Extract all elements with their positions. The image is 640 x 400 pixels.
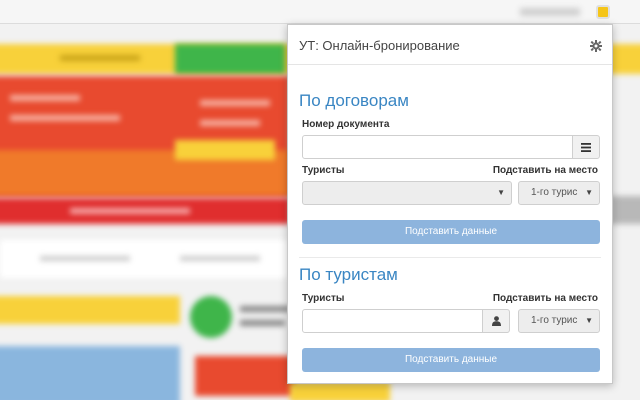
bg-text-blur	[10, 95, 80, 101]
bg-yellow-badge	[175, 140, 275, 160]
tourists-section-title: По туристам	[299, 265, 398, 284]
list-icon	[581, 143, 591, 152]
place-select[interactable]: 1-го турис ▼	[518, 181, 600, 205]
bg-yellow-bottom	[290, 382, 390, 400]
popup-header: УТ: Онлайн-бронирование	[288, 25, 612, 65]
bg-green-circle	[190, 296, 232, 338]
submit-tourists-button[interactable]: Подставить данные	[302, 348, 600, 372]
bg-text-blur	[200, 100, 270, 106]
bg-green-block	[175, 44, 285, 74]
caret-down-icon: ▼	[585, 188, 593, 197]
tourists-input[interactable]	[302, 309, 484, 333]
doc-number-input[interactable]	[302, 135, 574, 159]
place-label: Подставить на место	[492, 165, 598, 176]
bg-text-blur	[240, 320, 285, 326]
bg-text-blur	[40, 256, 130, 261]
browser-toolbar	[0, 0, 640, 24]
bg-text-blur	[200, 120, 260, 126]
bg-red-bottom	[195, 356, 295, 396]
place-select-value: 1-го турис	[531, 187, 578, 198]
bg-text-blur	[180, 256, 260, 261]
doc-list-button[interactable]	[572, 135, 600, 159]
bg-text-blur	[240, 306, 290, 312]
extension-icon[interactable]	[596, 5, 610, 19]
bg-text-blur	[70, 208, 190, 214]
gear-icon[interactable]	[590, 39, 602, 52]
bg-gray-edge	[610, 196, 640, 224]
toolbar-blur	[520, 8, 580, 16]
submit-contracts-button[interactable]: Подставить данные	[302, 220, 600, 244]
contracts-section-title: По договорам	[299, 91, 409, 110]
place-select-2-value: 1-го турис	[531, 315, 578, 326]
tourist-pick-button[interactable]	[482, 309, 510, 333]
booking-popup: УТ: Онлайн-бронирование По договорам Ном	[287, 24, 613, 384]
bg-text-blur	[10, 115, 120, 121]
tourists-label-2: Туристы	[302, 293, 345, 304]
bg-blue-image	[0, 346, 180, 400]
tourists-select[interactable]: ▼	[302, 181, 512, 205]
place-label-2: Подставить на место	[492, 293, 598, 304]
tourists-label: Туристы	[302, 165, 345, 176]
doc-number-label: Номер документа	[302, 119, 390, 130]
bg-yellow-bar	[0, 296, 180, 324]
popup-title: УТ: Онлайн-бронирование	[299, 38, 460, 53]
bg-text-blur	[60, 55, 140, 61]
user-icon	[492, 316, 501, 326]
caret-down-icon: ▼	[497, 188, 505, 197]
caret-down-icon: ▼	[585, 316, 593, 325]
place-select-2[interactable]: 1-го турис ▼	[518, 309, 600, 333]
section-divider	[299, 257, 601, 258]
